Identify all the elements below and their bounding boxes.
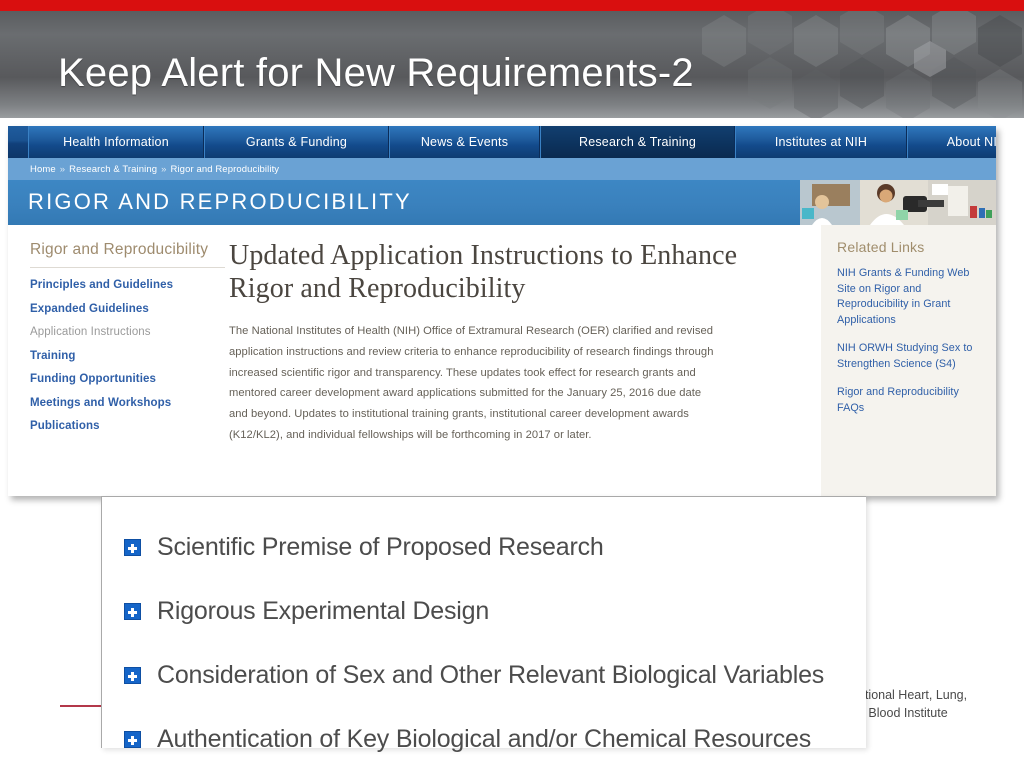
expandable-item-label: Authentication of Key Biological and/or … bbox=[157, 724, 812, 753]
breadcrumb-item-rigor-reproducibility[interactable]: Rigor and Reproducibility bbox=[171, 164, 280, 175]
slide-header-banner: Keep Alert for New Requirements-2 bbox=[0, 11, 1024, 118]
nih-webpage-screenshot: Health Information Grants & Funding News… bbox=[8, 126, 996, 496]
main-content: Updated Application Instructions to Enha… bbox=[225, 225, 821, 496]
left-sidebar: Rigor and Reproducibility Principles and… bbox=[8, 225, 225, 496]
nav-tab-label: About NIH bbox=[946, 135, 996, 149]
hexagon-pattern-decoration bbox=[684, 11, 1024, 118]
page-title: RIGOR AND REPRODUCIBILITY bbox=[28, 189, 412, 214]
sidebar-item-training[interactable]: Training bbox=[30, 350, 225, 362]
institute-caption-line1: ational Heart, Lung, bbox=[858, 688, 968, 702]
sidebar-item-expanded-guidelines[interactable]: Expanded Guidelines bbox=[30, 303, 225, 315]
related-link-nih-grants-funding[interactable]: NIH Grants & Funding Web Site on Rigor a… bbox=[837, 266, 982, 328]
nav-tab-grants-funding[interactable]: Grants & Funding bbox=[204, 126, 389, 158]
expandable-item-scientific-premise[interactable]: Scientific Premise of Proposed Research bbox=[124, 515, 866, 579]
nav-tab-label: Institutes at NIH bbox=[774, 135, 868, 149]
institute-caption: ational Heart, Lung, d Blood Institute bbox=[858, 686, 967, 722]
plus-square-icon[interactable] bbox=[124, 538, 141, 556]
right-sidebar: Related Links NIH Grants & Funding Web S… bbox=[821, 225, 996, 496]
slide-canvas: Keep Alert for New Requirements-2 Health… bbox=[0, 0, 1024, 768]
slide-title: Keep Alert for New Requirements-2 bbox=[58, 51, 694, 95]
plus-square-icon[interactable] bbox=[124, 602, 141, 620]
main-paragraph: The National Institutes of Health (NIH) … bbox=[229, 325, 714, 441]
nav-tab-label: News & Events bbox=[420, 135, 509, 149]
expandable-item-authentication-of-resources[interactable]: Authentication of Key Biological and/or … bbox=[124, 707, 866, 768]
nav-tab-label: Grants & Funding bbox=[245, 135, 348, 149]
nav-tab-label: Research & Training bbox=[578, 135, 697, 149]
page-hero-banner: RIGOR AND REPRODUCIBILITY bbox=[8, 180, 996, 225]
expandable-item-consideration-of-sex[interactable]: Consideration of Sex and Other Relevant … bbox=[124, 643, 866, 707]
related-link-rigor-faqs[interactable]: Rigor and Reproducibility FAQs bbox=[837, 385, 982, 416]
expandable-sections-overlay: Scientific Premise of Proposed Research … bbox=[101, 496, 866, 753]
page-body: Rigor and Reproducibility Principles and… bbox=[8, 225, 996, 496]
nav-tab-research-training[interactable]: Research & Training bbox=[540, 126, 735, 158]
slide-accent-bar bbox=[0, 0, 1024, 11]
plus-square-icon[interactable] bbox=[124, 730, 141, 748]
nav-tab-institutes-at-nih[interactable]: Institutes at NIH bbox=[735, 126, 907, 158]
breadcrumb-item-home[interactable]: Home bbox=[30, 164, 56, 175]
institute-caption-line2: d Blood Institute bbox=[858, 706, 948, 720]
sidebar-item-meetings-and-workshops[interactable]: Meetings and Workshops bbox=[30, 397, 225, 409]
related-link-nih-orwh-s4[interactable]: NIH ORWH Studying Sex to Strengthen Scie… bbox=[837, 341, 982, 372]
main-heading: Updated Application Instructions to Enha… bbox=[229, 240, 738, 304]
lab-researchers-photo bbox=[800, 180, 996, 225]
breadcrumb: Home » Research & Training » Rigor and R… bbox=[8, 158, 996, 180]
breadcrumb-separator: » bbox=[161, 163, 167, 175]
nav-tab-label: Health Information bbox=[63, 135, 169, 149]
expandable-item-label: Consideration of Sex and Other Relevant … bbox=[157, 660, 825, 689]
sidebar-item-application-instructions[interactable]: Application Instructions bbox=[30, 326, 225, 338]
breadcrumb-item-research-training[interactable]: Research & Training bbox=[69, 164, 157, 175]
sidebar-item-principles-and-guidelines[interactable]: Principles and Guidelines bbox=[30, 279, 225, 291]
related-links-heading: Related Links bbox=[837, 239, 925, 255]
plus-square-icon[interactable] bbox=[124, 666, 141, 684]
left-sidebar-heading: Rigor and Reproducibility bbox=[30, 241, 225, 268]
expandable-item-label: Scientific Premise of Proposed Research bbox=[157, 532, 604, 561]
nav-tab-health-information[interactable]: Health Information bbox=[28, 126, 204, 158]
expandable-item-rigorous-experimental-design[interactable]: Rigorous Experimental Design bbox=[124, 579, 866, 643]
site-navigation: Health Information Grants & Funding News… bbox=[8, 126, 996, 158]
sidebar-item-funding-opportunities[interactable]: Funding Opportunities bbox=[30, 373, 225, 385]
nav-tab-about-nih[interactable]: About NIH bbox=[907, 126, 996, 158]
breadcrumb-separator: » bbox=[59, 163, 66, 175]
nav-tab-news-events[interactable]: News & Events bbox=[389, 126, 540, 158]
sidebar-item-publications[interactable]: Publications bbox=[30, 420, 225, 432]
expandable-item-label: Rigorous Experimental Design bbox=[157, 596, 490, 625]
